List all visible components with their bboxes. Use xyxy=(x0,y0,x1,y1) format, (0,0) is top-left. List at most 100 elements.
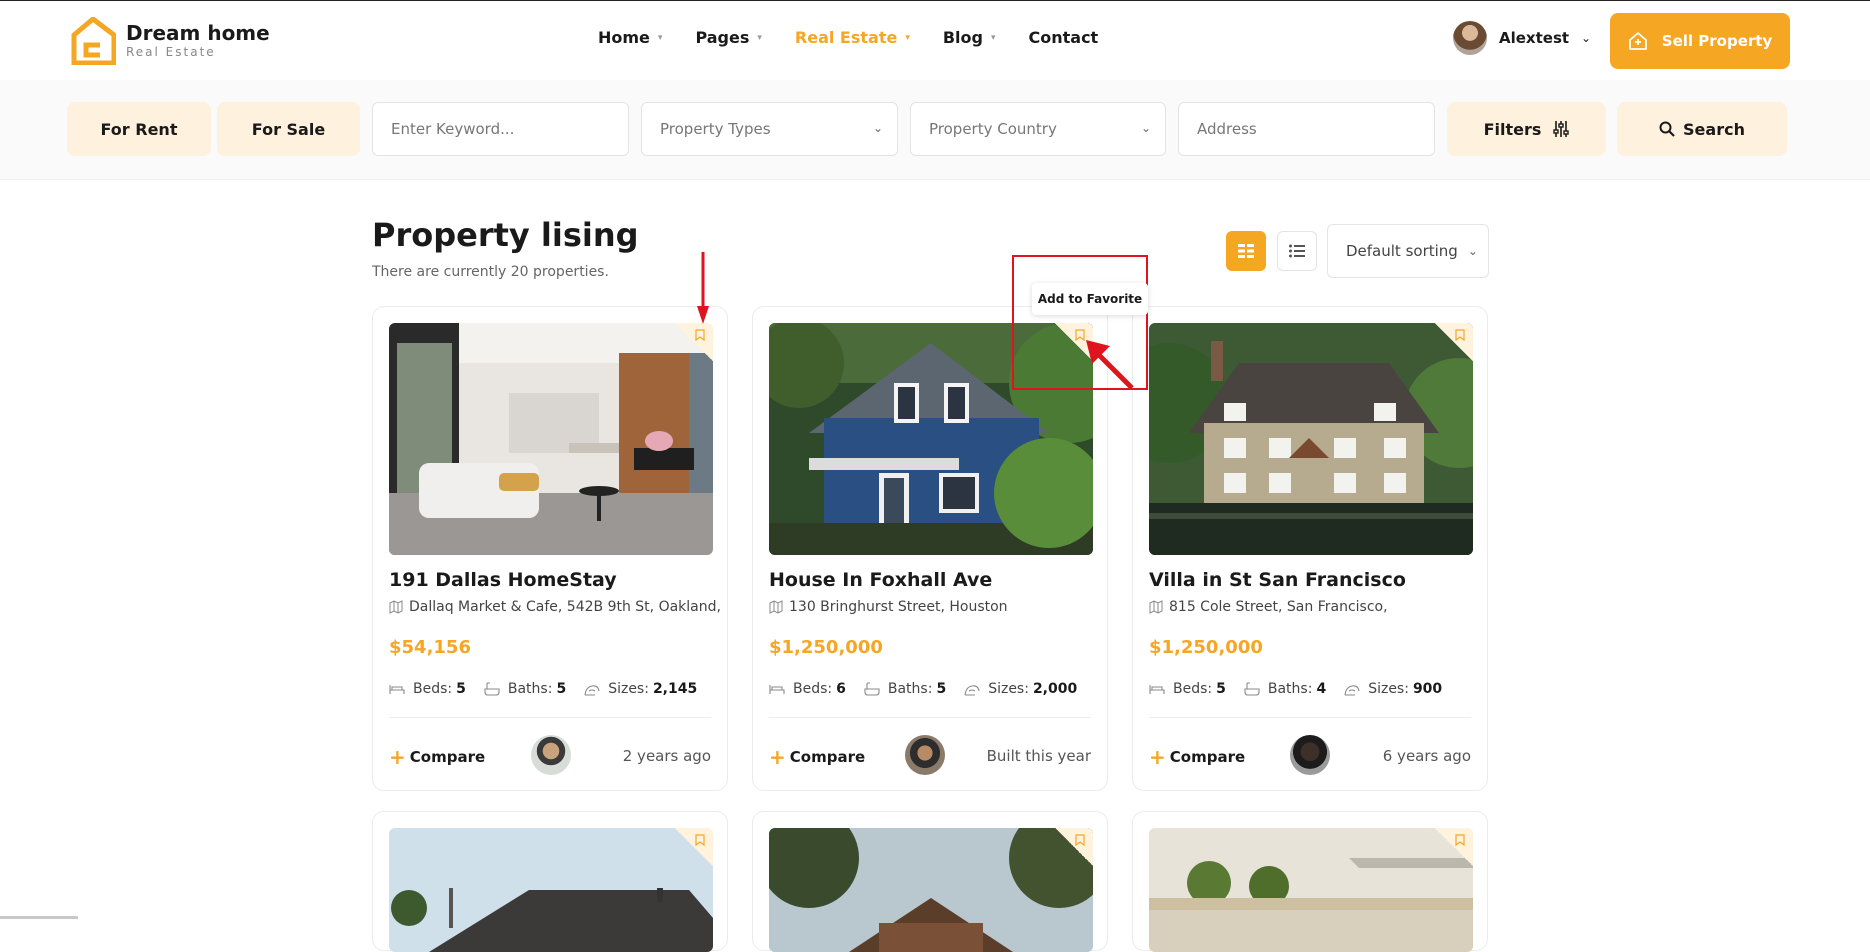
list-view-button[interactable] xyxy=(1277,231,1317,271)
property-card[interactable] xyxy=(752,811,1108,952)
map-icon xyxy=(769,600,783,614)
bed-icon xyxy=(769,685,785,694)
property-price: $54,156 xyxy=(389,637,471,658)
site-header: Dream home Real Estate Home ▾ Pages ▾ Re… xyxy=(0,0,1870,80)
area-icon xyxy=(1344,685,1360,696)
beds-value: 5 xyxy=(1216,681,1226,697)
baths-label: Baths: xyxy=(887,681,933,697)
property-image[interactable] xyxy=(769,828,1093,952)
compare-button[interactable]: + Compare xyxy=(389,745,485,769)
property-image[interactable] xyxy=(1149,828,1473,952)
bath-icon xyxy=(1244,682,1260,696)
favorite-button[interactable] xyxy=(1435,828,1473,866)
brick-house-image xyxy=(769,828,1093,952)
nav-item-blog[interactable]: Blog ▾ xyxy=(943,28,996,47)
property-card[interactable]: 191 Dallas HomeStay Dallaq Market & Cafe… xyxy=(372,306,728,791)
compare-label: Compare xyxy=(409,748,486,766)
compare-button[interactable]: + Compare xyxy=(769,745,865,769)
address-text: Dallaq Market & Cafe, 542B 9th St, Oakla… xyxy=(409,599,721,615)
property-title[interactable]: Villa in St San Francisco xyxy=(1149,569,1406,591)
listing-age: 6 years ago xyxy=(1382,747,1471,765)
favorite-button[interactable] xyxy=(675,323,713,361)
list-icon xyxy=(1289,244,1305,258)
property-specs: Beds: 6 Baths: 5 Sizes: 2,000 xyxy=(769,681,1095,697)
logo-house-icon xyxy=(71,17,116,65)
compare-label: Compare xyxy=(789,748,866,766)
property-image[interactable] xyxy=(389,828,713,952)
bed-icon xyxy=(1149,685,1165,694)
agent-avatar[interactable] xyxy=(1290,735,1330,775)
filters-button[interactable]: Filters xyxy=(1447,102,1606,156)
sort-select[interactable]: Default sorting ⌄ xyxy=(1327,224,1489,278)
sliders-icon xyxy=(1553,121,1570,137)
sizes-value: 900 xyxy=(1412,681,1443,697)
keyword-placeholder: Enter Keyword... xyxy=(391,120,515,138)
annotation-arrow-down-icon xyxy=(697,252,709,324)
sell-property-button[interactable]: Sell Property xyxy=(1610,13,1790,69)
address-placeholder: Address xyxy=(1197,120,1257,138)
property-image[interactable] xyxy=(1149,323,1473,555)
address-text: 815 Cole Street, San Francisco, xyxy=(1169,599,1388,615)
beds-value: 6 xyxy=(836,681,846,697)
keyword-input[interactable]: Enter Keyword... xyxy=(372,102,629,156)
search-button[interactable]: Search xyxy=(1617,102,1787,156)
bed-icon xyxy=(389,685,405,694)
nav-item-real-estate[interactable]: Real Estate ▾ xyxy=(795,28,910,47)
sizes-value: 2,145 xyxy=(652,681,698,697)
property-types-select[interactable]: Property Types ⌄ xyxy=(641,102,898,156)
plus-icon: + xyxy=(769,745,786,769)
baths-label: Baths: xyxy=(507,681,553,697)
property-types-value: Property Types xyxy=(660,120,771,138)
property-count: There are currently 20 properties. xyxy=(372,264,609,280)
property-image[interactable] xyxy=(389,323,713,555)
agent-avatar[interactable] xyxy=(905,735,945,775)
stone-villa-image xyxy=(1149,323,1473,555)
sizes-label: Sizes: xyxy=(608,681,649,697)
for-sale-tab[interactable]: For Sale xyxy=(217,102,360,156)
site-logo[interactable]: Dream home Real Estate xyxy=(70,17,270,65)
property-specs: Beds: 5 Baths: 4 Sizes: 900 xyxy=(1149,681,1460,697)
for-rent-tab[interactable]: For Rent xyxy=(67,102,211,156)
bookmark-icon xyxy=(1455,329,1465,341)
beds-spec: Beds: 5 xyxy=(389,681,466,697)
nav-item-contact[interactable]: Contact xyxy=(1029,28,1099,47)
agent-avatar[interactable] xyxy=(531,735,571,775)
chevron-down-icon: ▾ xyxy=(990,32,996,43)
nav-item-pages[interactable]: Pages ▾ xyxy=(695,28,761,47)
favorite-button[interactable] xyxy=(675,828,713,866)
property-title[interactable]: House In Foxhall Ave xyxy=(769,569,992,591)
address-text: 130 Bringhurst Street, Houston xyxy=(789,599,1008,615)
property-card[interactable] xyxy=(1132,811,1488,952)
property-card[interactable] xyxy=(372,811,728,952)
baths-value: 5 xyxy=(936,681,947,697)
favorite-button[interactable] xyxy=(1435,323,1473,361)
compare-label: Compare xyxy=(1169,748,1246,766)
nav-label: Blog xyxy=(942,28,983,47)
property-address: 815 Cole Street, San Francisco, xyxy=(1149,599,1388,615)
nav-label: Real Estate xyxy=(794,28,898,47)
favorite-button[interactable] xyxy=(1055,828,1093,866)
property-card[interactable]: Villa in St San Francisco 815 Cole Stree… xyxy=(1132,306,1488,791)
search-label: Search xyxy=(1683,119,1745,139)
grid-view-button[interactable] xyxy=(1226,231,1266,271)
property-country-select[interactable]: Property Country ⌄ xyxy=(910,102,1166,156)
card-divider xyxy=(769,717,1091,718)
main-nav: Home ▾ Pages ▾ Real Estate ▾ Blog ▾ Cont… xyxy=(598,28,1131,47)
baths-label: Baths: xyxy=(1267,681,1313,697)
bookmark-icon xyxy=(695,329,705,341)
chevron-down-icon: ⌄ xyxy=(872,121,883,135)
nav-label: Home xyxy=(598,28,650,47)
sizes-spec: Sizes: 2,145 xyxy=(584,681,697,697)
beds-label: Beds: xyxy=(1173,681,1213,697)
card-divider xyxy=(1149,717,1471,718)
grid-icon xyxy=(1238,244,1254,258)
property-title[interactable]: 191 Dallas HomeStay xyxy=(389,569,617,591)
compare-button[interactable]: + Compare xyxy=(1149,745,1245,769)
filters-label: Filters xyxy=(1483,119,1542,139)
map-icon xyxy=(389,600,403,614)
listing-age: Built this year xyxy=(986,747,1091,765)
property-address: Dallaq Market & Cafe, 542B 9th St, Oakla… xyxy=(389,599,721,615)
address-input[interactable]: Address xyxy=(1178,102,1435,156)
user-menu[interactable]: Alextest ⌄ xyxy=(1453,21,1591,55)
nav-item-home[interactable]: Home ▾ xyxy=(598,28,662,47)
